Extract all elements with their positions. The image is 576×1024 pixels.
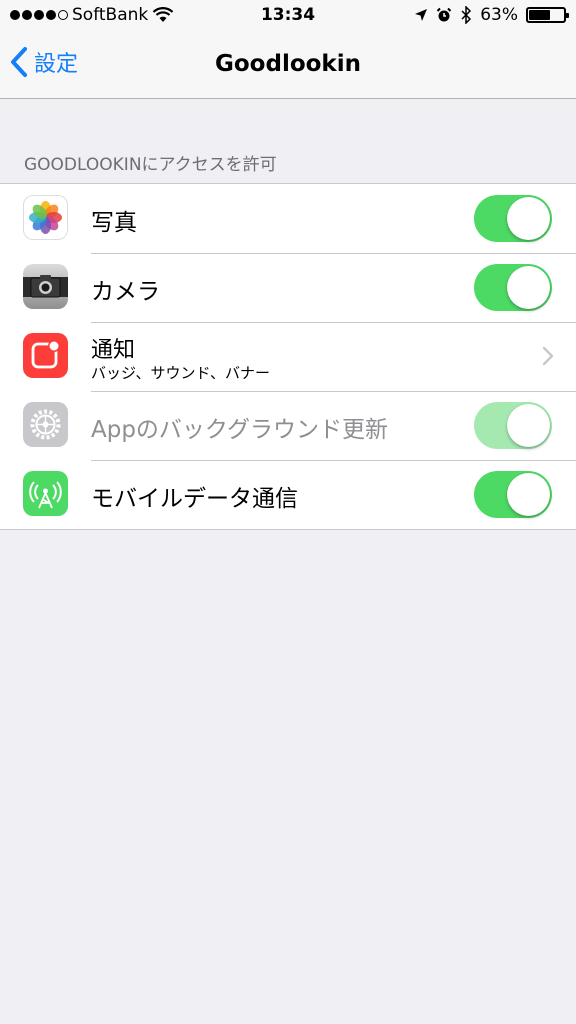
settings-gear-icon bbox=[23, 402, 68, 447]
navigation-bar: 設定 Goodlookin bbox=[0, 32, 576, 99]
battery-percent: 63% bbox=[480, 5, 518, 25]
row-notifications[interactable]: 通知 バッジ、サウンド、バナー bbox=[0, 322, 576, 391]
status-bar: SoftBank 13:34 63% bbox=[0, 0, 576, 32]
row-label: 写真 bbox=[91, 210, 137, 236]
row-photos[interactable]: 写真 bbox=[0, 184, 576, 253]
row-cellular-data[interactable]: モバイルデータ通信 bbox=[0, 460, 576, 529]
photos-icon bbox=[23, 195, 68, 240]
alarm-icon bbox=[436, 7, 452, 22]
background-refresh-toggle bbox=[474, 402, 552, 449]
row-label: Appのバックグラウンド更新 bbox=[91, 417, 389, 443]
settings-list: 写真 カメラ 通知 バッジ、サウンド、バナー Appのバックグラウンド更新 モバ… bbox=[0, 183, 576, 530]
camera-icon bbox=[23, 264, 68, 309]
cellular-data-toggle[interactable] bbox=[474, 471, 552, 518]
cellular-icon bbox=[23, 471, 68, 516]
location-arrow-icon bbox=[415, 9, 428, 21]
bluetooth-icon bbox=[461, 6, 472, 24]
camera-toggle[interactable] bbox=[474, 264, 552, 311]
section-header: GOODLOOKINにアクセスを許可 bbox=[24, 155, 277, 175]
photos-toggle[interactable] bbox=[474, 195, 552, 242]
status-right: 63% bbox=[414, 5, 569, 25]
row-background-refresh: Appのバックグラウンド更新 bbox=[0, 391, 576, 460]
chevron-right-icon bbox=[542, 346, 554, 366]
row-sublabel: バッジ、サウンド、バナー bbox=[91, 364, 270, 382]
notifications-icon bbox=[23, 333, 68, 378]
row-label: 通知 bbox=[91, 338, 136, 363]
battery-icon bbox=[526, 7, 569, 23]
page-title: Goodlookin bbox=[215, 51, 361, 77]
row-label: モバイルデータ通信 bbox=[91, 486, 298, 512]
row-label: カメラ bbox=[91, 279, 160, 305]
row-camera[interactable]: カメラ bbox=[0, 253, 576, 322]
